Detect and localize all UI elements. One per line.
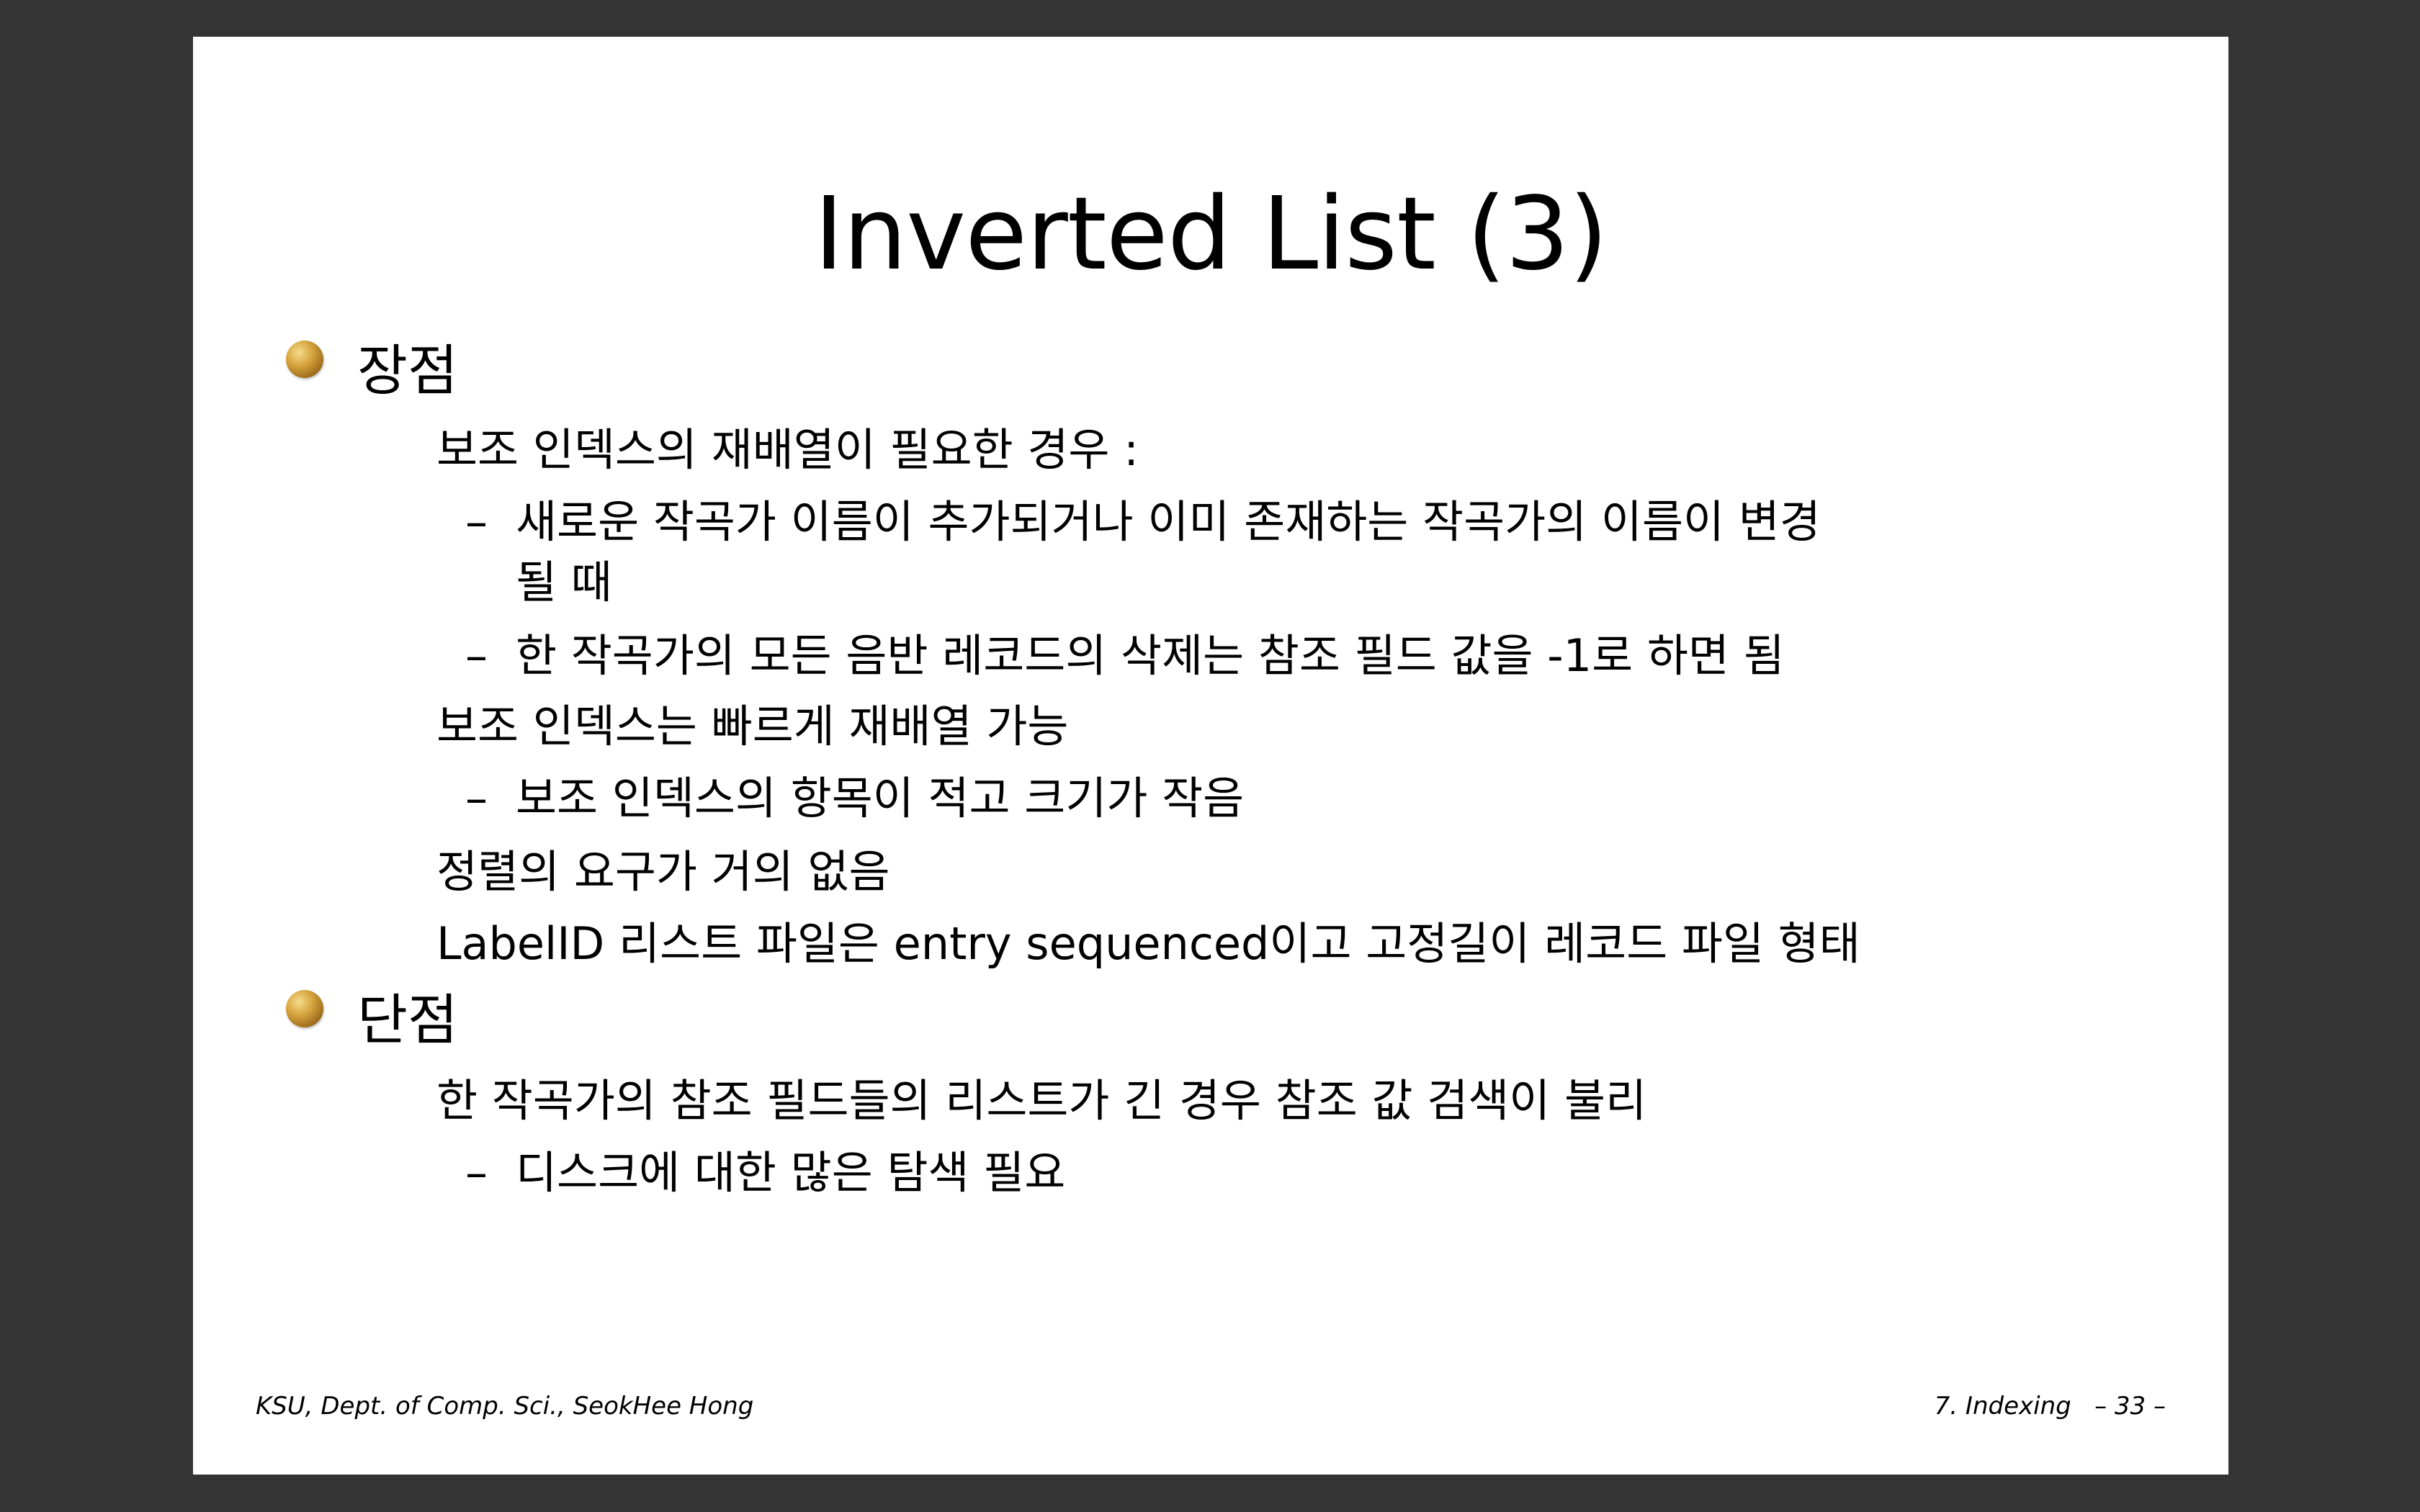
footer-right: 7. Indexing – 33 –	[1934, 1392, 2166, 1421]
advantage-subitem-continuation: 될 때	[516, 556, 612, 608]
dash-marker: –	[465, 772, 488, 824]
gold-bullet-icon	[286, 990, 323, 1027]
slide-title: Inverted List (3)	[814, 176, 1608, 293]
dash-marker: –	[465, 1146, 488, 1199]
advantages-heading: 장점	[357, 338, 458, 402]
advantage-item: 보조 인덱스의 재배열이 필요한 경우 :	[436, 423, 1139, 476]
disadvantage-item: 한 작곡가의 참조 필드들의 리스트가 긴 경우 참조 값 검색이 불리	[436, 1074, 1647, 1127]
advantage-item: LabelID 리스트 파일은 entry sequenced이고 고정길이 레…	[436, 917, 1860, 970]
advantage-subitem: 보조 인덱스의 항목이 적고 크기가 작음	[516, 772, 1245, 824]
disadvantages-heading: 단점	[357, 988, 458, 1052]
advantage-item: 보조 인덱스는 빠르게 재배열 가능	[436, 700, 1069, 752]
dash-marker: –	[465, 629, 488, 682]
advantage-subitem: 한 작곡가의 모든 음반 레코드의 삭제는 참조 필드 값을 -1로 하면 됨	[516, 629, 1785, 682]
advantage-subitem: 새로운 작곡가 이름이 추가되거나 이미 존재하는 작곡가의 이름이 변경	[516, 495, 1821, 548]
gold-bullet-icon	[286, 341, 323, 378]
slide-page: Inverted List (3) 장점 보조 인덱스의 재배열이 필요한 경우…	[193, 37, 2228, 1475]
dash-marker: –	[465, 495, 488, 548]
slide-viewer: Inverted List (3) 장점 보조 인덱스의 재배열이 필요한 경우…	[0, 0, 2420, 1512]
footer-left: KSU, Dept. of Comp. Sci., SeokHee Hong	[256, 1392, 754, 1421]
advantage-item: 정렬의 요구가 거의 없음	[436, 845, 890, 898]
disadvantage-subitem: 디스크에 대한 많은 탐색 필요	[516, 1146, 1066, 1199]
